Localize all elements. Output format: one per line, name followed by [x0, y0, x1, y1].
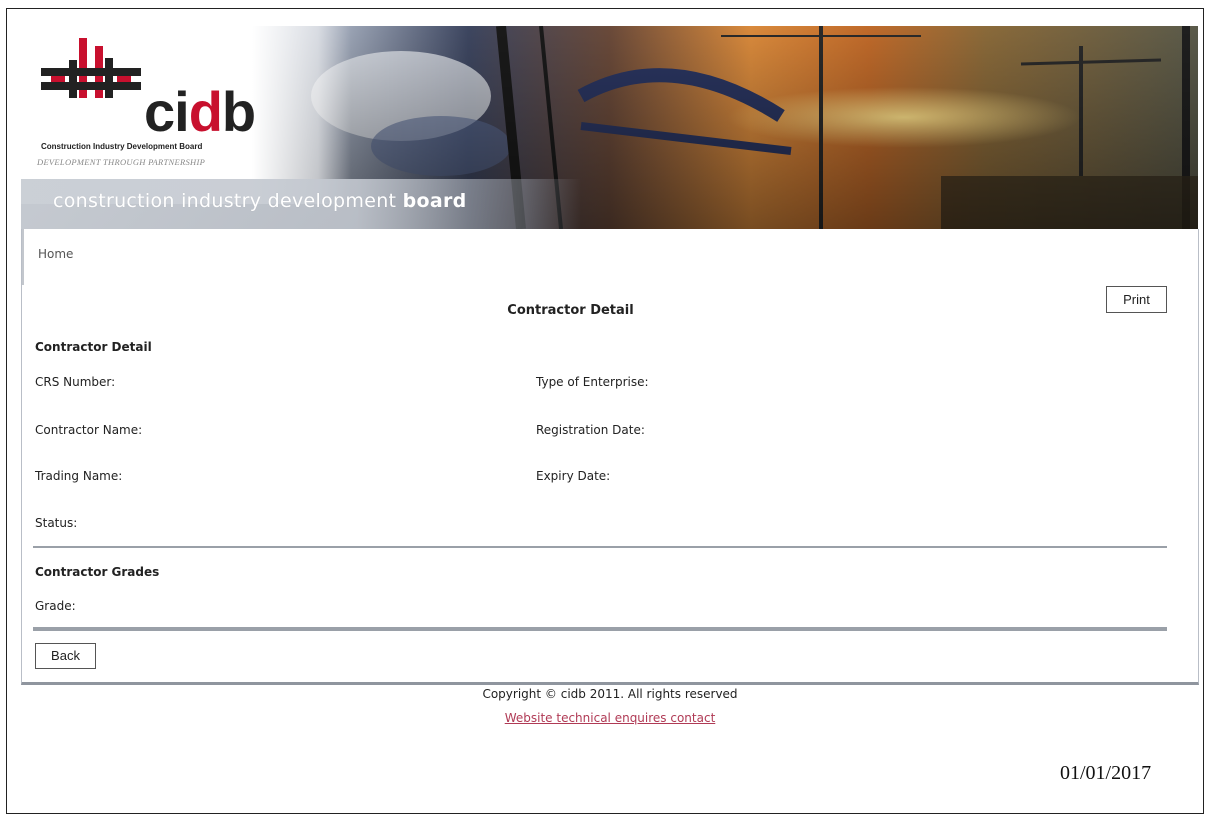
print-button[interactable]: Print — [1106, 286, 1167, 313]
page-title: Contractor Detail — [507, 303, 634, 318]
logo-subtitle: Construction Industry Development Board — [41, 142, 203, 151]
site-header: cidb Construction Industry Development B… — [21, 26, 1198, 229]
expiry-date-label: Expiry Date: — [536, 469, 611, 483]
crs-number-label: CRS Number: — [35, 375, 116, 389]
technical-contact-link[interactable]: Website technical enquires contact — [0, 711, 1212, 725]
cidb-logo-mark — [41, 38, 141, 98]
contractor-name-label: Contractor Name: — [35, 423, 143, 437]
main-content: Home Contractor Detail Print Contractor … — [21, 229, 1199, 685]
grades-divider — [33, 627, 1167, 631]
breadcrumb-home[interactable]: Home — [38, 247, 73, 261]
cidb-logo-word: cidb — [144, 80, 256, 143]
contractor-grades-heading: Contractor Grades — [35, 565, 160, 579]
grade-label: Grade: — [35, 599, 76, 613]
banner-title: construction industry development board — [53, 190, 467, 212]
breadcrumb-divider — [22, 229, 24, 285]
type-of-enterprise-label: Type of Enterprise: — [536, 375, 649, 389]
trading-name-label: Trading Name: — [35, 469, 123, 483]
copyright-text: Copyright © cidb 2011. All rights reserv… — [482, 687, 738, 701]
status-label: Status: — [35, 516, 78, 530]
registration-date-label: Registration Date: — [536, 423, 645, 437]
back-button[interactable]: Back — [35, 643, 96, 669]
contractor-detail-heading: Contractor Detail — [35, 340, 152, 354]
section-divider — [33, 546, 1167, 548]
tagline: DEVELOPMENT THROUGH PARTNERSHIP — [37, 157, 206, 167]
document-date: 01/01/2017 — [1060, 762, 1152, 784]
